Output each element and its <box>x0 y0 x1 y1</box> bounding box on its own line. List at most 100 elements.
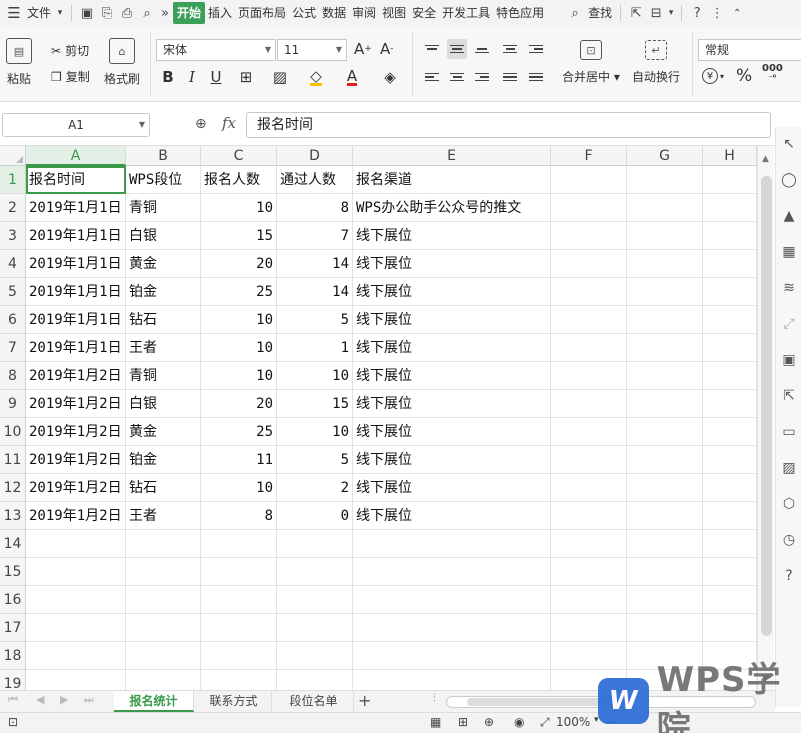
cell-b7[interactable]: 王者 <box>126 334 201 362</box>
cell-b11[interactable]: 铂金 <box>126 446 201 474</box>
row-header-9[interactable]: 9 <box>0 390 26 418</box>
cell-d10[interactable]: 10 <box>277 418 353 446</box>
cell-c9[interactable]: 20 <box>201 390 277 418</box>
search-icon[interactable]: ⌕ <box>565 2 585 24</box>
cell-h8[interactable] <box>703 362 757 390</box>
row-header-3[interactable]: 3 <box>0 222 26 250</box>
row-header-19[interactable]: 19 <box>0 670 26 690</box>
decrease-font-button[interactable]: A- <box>380 40 394 58</box>
cell-h13[interactable] <box>703 502 757 530</box>
column-header-a[interactable]: A <box>26 146 126 166</box>
cell-d4[interactable]: 14 <box>277 250 353 278</box>
align-bottom-icon[interactable] <box>472 39 492 59</box>
cell-h1[interactable] <box>703 166 757 194</box>
font-name-select[interactable]: 宋体 ▼ <box>156 39 276 61</box>
cell-a19[interactable] <box>26 670 126 690</box>
cell-e11[interactable]: 线下展位 <box>353 446 551 474</box>
cell-b16[interactable] <box>126 586 201 614</box>
format-painter-button[interactable]: ⌂ 格式刷 <box>104 38 140 87</box>
image-gallery-icon[interactable]: ▣ <box>780 351 798 369</box>
archive-icon[interactable]: ▭ <box>780 423 798 441</box>
cell-e13[interactable]: 线下展位 <box>353 502 551 530</box>
help-icon[interactable]: ? <box>687 2 707 24</box>
resize-icon[interactable]: ⤢ <box>780 315 798 333</box>
cell-h11[interactable] <box>703 446 757 474</box>
cell-d6[interactable]: 5 <box>277 306 353 334</box>
cell-a10[interactable]: 2019年1月2日 <box>26 418 126 446</box>
cell-e14[interactable] <box>353 530 551 558</box>
underline-button[interactable]: U <box>206 67 226 87</box>
wrap-text-button[interactable]: ↵ 自动换行 <box>632 40 680 85</box>
cell-h2[interactable] <box>703 194 757 222</box>
cell-b5[interactable]: 铂金 <box>126 278 201 306</box>
cell-a2[interactable]: 2019年1月1日 <box>26 194 126 222</box>
row-header-10[interactable]: 10 <box>0 418 26 446</box>
add-sheet-button[interactable]: + <box>358 691 371 711</box>
column-header-c[interactable]: C <box>201 146 277 166</box>
tab-insert[interactable]: 插入 <box>205 2 235 24</box>
cell-f17[interactable] <box>551 614 627 642</box>
cell-c5[interactable]: 25 <box>201 278 277 306</box>
cell-h6[interactable] <box>703 306 757 334</box>
cell-e19[interactable] <box>353 670 551 690</box>
last-sheet-icon[interactable]: ⏭ <box>84 693 94 707</box>
cell-f6[interactable] <box>551 306 627 334</box>
export-pdf-icon[interactable]: ⎘ <box>97 2 117 24</box>
cell-g5[interactable] <box>627 278 703 306</box>
row-header-18[interactable]: 18 <box>0 642 26 670</box>
tab-view[interactable]: 视图 <box>379 2 409 24</box>
cell-a18[interactable] <box>26 642 126 670</box>
cut-button[interactable]: ✂ 剪切 <box>51 42 89 59</box>
cell-d8[interactable]: 10 <box>277 362 353 390</box>
cell-b10[interactable]: 黄金 <box>126 418 201 446</box>
align-center-icon[interactable] <box>447 67 467 87</box>
cell-d9[interactable]: 15 <box>277 390 353 418</box>
cell-d16[interactable] <box>277 586 353 614</box>
row-header-15[interactable]: 15 <box>0 558 26 586</box>
cell-a6[interactable]: 2019年1月1日 <box>26 306 126 334</box>
cell-h4[interactable] <box>703 250 757 278</box>
cell-f4[interactable] <box>551 250 627 278</box>
chevron-up-icon[interactable]: ⌃ <box>727 2 747 24</box>
cell-h16[interactable] <box>703 586 757 614</box>
tab-special-apps[interactable]: 特色应用 <box>493 2 547 24</box>
sheet-tab-contacts[interactable]: 联系方式 <box>196 691 272 712</box>
tab-developer[interactable]: 开发工具 <box>439 2 493 24</box>
cell-g12[interactable] <box>627 474 703 502</box>
cell-c17[interactable] <box>201 614 277 642</box>
font-size-select[interactable]: 11 ▼ <box>277 39 347 61</box>
row-header-16[interactable]: 16 <box>0 586 26 614</box>
cell-b18[interactable] <box>126 642 201 670</box>
print-icon[interactable]: ⎙ <box>117 2 137 24</box>
cell-f13[interactable] <box>551 502 627 530</box>
row-header-14[interactable]: 14 <box>0 530 26 558</box>
cell-a15[interactable] <box>26 558 126 586</box>
tab-review[interactable]: 审阅 <box>349 2 379 24</box>
cell-g7[interactable] <box>627 334 703 362</box>
borders-icon[interactable]: ⊞ <box>236 67 256 87</box>
currency-button[interactable]: ¥ ▾ <box>702 68 724 84</box>
cell-g8[interactable] <box>627 362 703 390</box>
formula-input[interactable]: 报名时间 <box>246 112 771 138</box>
cell-e12[interactable]: 线下展位 <box>353 474 551 502</box>
cell-h15[interactable] <box>703 558 757 586</box>
cell-b17[interactable] <box>126 614 201 642</box>
row-header-11[interactable]: 11 <box>0 446 26 474</box>
font-color-icon[interactable]: A <box>342 67 362 87</box>
column-header-e[interactable]: E <box>353 146 551 166</box>
cell-a3[interactable]: 2019年1月1日 <box>26 222 126 250</box>
cell-h9[interactable] <box>703 390 757 418</box>
filter-icon[interactable]: ≋ <box>780 279 798 297</box>
cell-c16[interactable] <box>201 586 277 614</box>
cell-g3[interactable] <box>627 222 703 250</box>
cell-a1[interactable]: 报名时间 <box>26 166 126 194</box>
cell-e5[interactable]: 线下展位 <box>353 278 551 306</box>
cell-g9[interactable] <box>627 390 703 418</box>
page-layout-view-icon[interactable]: ⊕ <box>484 715 494 729</box>
cell-a8[interactable]: 2019年1月2日 <box>26 362 126 390</box>
collapse-ribbon-icon[interactable]: ⊟ <box>646 2 666 24</box>
cell-c7[interactable]: 10 <box>201 334 277 362</box>
style-icon[interactable]: ▲ <box>780 207 798 225</box>
tab-home[interactable]: 开始 <box>173 2 206 24</box>
shield-icon[interactable]: ⬡ <box>780 495 798 513</box>
